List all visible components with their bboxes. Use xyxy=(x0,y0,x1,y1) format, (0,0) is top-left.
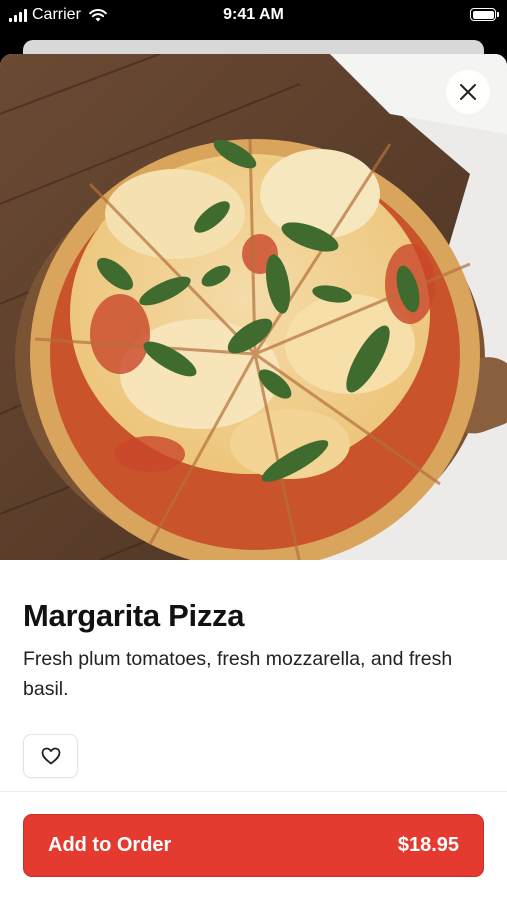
battery-icon xyxy=(470,8,499,21)
price-label: $18.95 xyxy=(397,834,459,856)
status-bar: Carrier 9:41 AM xyxy=(0,0,507,32)
pizza-photo xyxy=(0,54,507,560)
close-button[interactable] xyxy=(446,70,490,114)
add-to-order-button[interactable]: Add to Order $18.95 xyxy=(23,814,484,877)
heart-icon xyxy=(41,747,60,765)
product-description: Fresh plum tomatoes, fresh mozzarella, a… xyxy=(23,648,453,700)
add-to-order-label: Add to Order xyxy=(48,834,172,856)
favorite-button[interactable] xyxy=(23,734,78,778)
divider xyxy=(0,791,507,792)
product-title: Margarita Pizza xyxy=(23,598,245,633)
close-icon xyxy=(460,84,476,100)
status-time: 9:41 AM xyxy=(223,6,284,23)
product-detail-card: Margarita Pizza Fresh plum tomatoes, fre… xyxy=(0,54,507,900)
